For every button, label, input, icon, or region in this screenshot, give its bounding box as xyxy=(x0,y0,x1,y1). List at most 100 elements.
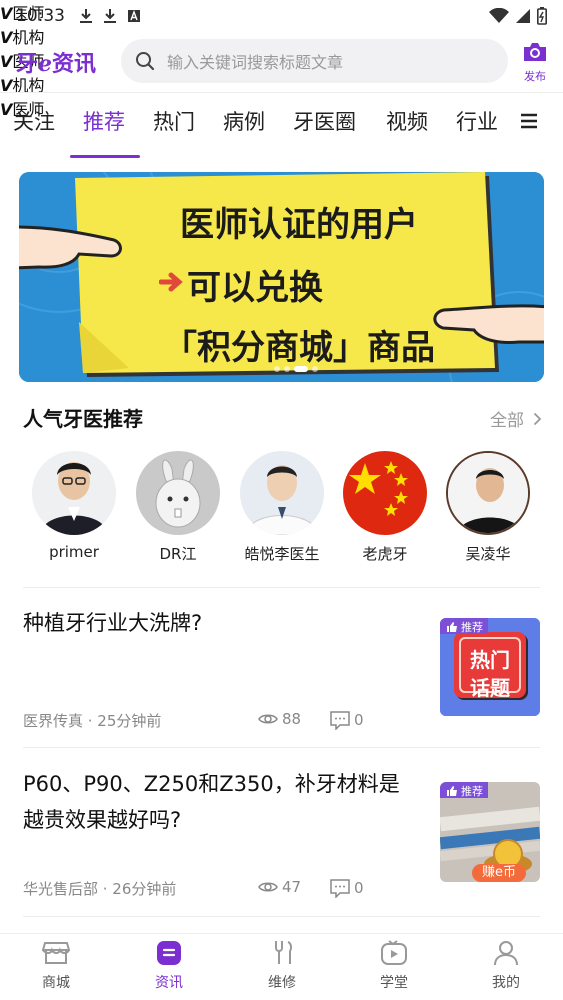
article-title[interactable]: 种植牙行业大洗牌? xyxy=(23,605,403,641)
article-thumbnail[interactable]: 推荐 热门 话题 xyxy=(440,618,540,716)
comment-count-value: 0 xyxy=(354,711,364,729)
view-all-label: 全部 xyxy=(490,411,524,431)
dentist-name-wrap: 老虎牙 xyxy=(335,543,435,564)
thumb-tag: 推荐 xyxy=(446,619,483,635)
menu-icon[interactable] xyxy=(520,112,538,130)
thumb-tag-label: 推荐 xyxy=(461,785,483,798)
banner-pager xyxy=(274,366,318,372)
tools-icon xyxy=(275,941,293,964)
tab-industry[interactable]: 行业 xyxy=(456,106,498,136)
dentist-card[interactable] xyxy=(24,451,124,535)
avatar xyxy=(240,451,324,535)
pager-dot xyxy=(284,366,290,372)
article-source-time: 医界传真 · 25分钟前 xyxy=(23,712,162,730)
publish-label: 发布 xyxy=(524,70,546,83)
pager-dot xyxy=(274,366,280,372)
promo-banner[interactable]: 医师认证的用户 可以兑换 「积分商城」商品 xyxy=(19,172,544,382)
status-bar: 10:33 xyxy=(0,0,563,32)
dentist-name: DR江 xyxy=(159,545,197,563)
eye-icon xyxy=(258,882,278,892)
battery-icon xyxy=(537,7,547,25)
avatar-doctor xyxy=(240,451,324,535)
avatar xyxy=(136,451,220,535)
nav-label: 资讯 xyxy=(155,975,183,991)
view-all-link[interactable]: 全部 xyxy=(490,406,542,431)
avatar-portrait xyxy=(448,453,528,533)
download-icon xyxy=(80,9,92,23)
tab-recommend[interactable]: 推荐 xyxy=(83,106,125,136)
dentist-card[interactable] xyxy=(128,451,228,535)
avatar-flag xyxy=(343,451,427,535)
arrow-right-icon xyxy=(159,272,183,292)
thumb-text-2: 话题 xyxy=(470,676,510,700)
article-divider xyxy=(23,747,540,748)
avatar xyxy=(446,451,530,535)
news-icon xyxy=(157,941,181,965)
comment-icon xyxy=(330,879,350,898)
comment-count[interactable]: 0 xyxy=(330,878,364,898)
download-icon xyxy=(104,9,116,23)
play-video-icon xyxy=(381,940,407,965)
signal-icon xyxy=(516,9,530,23)
nav-label: 学堂 xyxy=(380,975,408,991)
dentist-name: 皓悦李医生 xyxy=(244,545,320,563)
dentist-card[interactable] xyxy=(335,451,435,535)
camera-icon xyxy=(524,43,546,61)
logo-text-prefix: 牙 xyxy=(16,52,39,77)
header-divider xyxy=(0,92,563,93)
nav-item-repair[interactable]: 维修 xyxy=(242,940,322,992)
comment-count[interactable]: 0 xyxy=(330,710,364,730)
article-divider xyxy=(23,916,540,917)
earn-coin-badge: 赚e币 xyxy=(472,864,526,882)
wifi-icon xyxy=(489,8,509,23)
avatar xyxy=(32,451,116,535)
section-title: 人气牙医推荐 xyxy=(23,407,143,431)
banner-line-3: 「积分商城」商品 xyxy=(163,328,435,368)
tab-follow[interactable]: 关注 xyxy=(13,106,55,136)
chevron-right-icon xyxy=(534,412,542,426)
nav-item-me[interactable]: 我的 xyxy=(466,940,546,992)
article-thumbnail[interactable]: 推荐 赚e币 xyxy=(440,782,540,882)
nav-label: 我的 xyxy=(492,975,520,991)
banner-line-2: 可以兑换 xyxy=(159,260,399,309)
thumbs-up-icon xyxy=(447,622,457,632)
view-count: 47 xyxy=(258,878,301,896)
tab-dentist-circle[interactable]: 牙医圈 xyxy=(293,106,356,136)
tab-hot[interactable]: 热门 xyxy=(153,106,195,136)
shop-icon xyxy=(41,942,71,964)
nav-label: 商城 xyxy=(42,975,70,991)
tab-video[interactable]: 视频 xyxy=(386,106,428,136)
search-bar[interactable]: 输入关键词搜索标题文章 xyxy=(121,39,508,83)
view-count: 88 xyxy=(258,710,301,728)
user-icon xyxy=(494,941,518,966)
view-count-value: 47 xyxy=(282,878,302,896)
nav-item-school[interactable]: 学堂 xyxy=(354,940,434,992)
tab-cases[interactable]: 病例 xyxy=(223,106,265,136)
dentist-card[interactable] xyxy=(438,451,538,535)
article-title[interactable]: P60、P90、Z250和Z350，补牙材料是越贵效果越好吗? xyxy=(23,766,403,838)
avatar-portrait xyxy=(32,451,116,535)
thumb-tag-label: 推荐 xyxy=(461,621,483,634)
avatar xyxy=(343,451,427,535)
publish-button[interactable]: 发布 xyxy=(518,41,552,84)
eye-icon xyxy=(258,714,278,724)
dentist-card[interactable] xyxy=(232,451,332,535)
status-time: 10:33 xyxy=(16,6,65,26)
app-logo: 牙e资讯 xyxy=(16,46,96,78)
dentist-name: primer xyxy=(49,543,99,561)
pager-dot xyxy=(312,366,318,372)
dentist-name-wrap: 吴凌华 xyxy=(438,543,538,564)
nav-item-mall[interactable]: 商城 xyxy=(16,940,96,992)
nav-item-news[interactable]: 资讯 xyxy=(129,940,209,992)
category-tabs: 关注 推荐 热门 病例 牙医圈 视频 行业 xyxy=(0,106,563,158)
avatar-rabbit xyxy=(136,451,220,535)
font-app-icon xyxy=(128,10,140,22)
search-icon xyxy=(136,52,155,71)
dentist-name-wrap: 皓悦李医生 xyxy=(232,543,332,564)
dentist-name: 老虎牙 xyxy=(362,545,408,563)
thumb-text-1: 热门 xyxy=(470,648,510,672)
bottom-nav: 商城 资讯 维修 学堂 我的 xyxy=(0,933,563,1000)
pager-dot-active xyxy=(294,366,308,372)
article-source-time: 华光售后部 · 26分钟前 xyxy=(23,880,177,898)
comment-icon xyxy=(330,711,350,730)
